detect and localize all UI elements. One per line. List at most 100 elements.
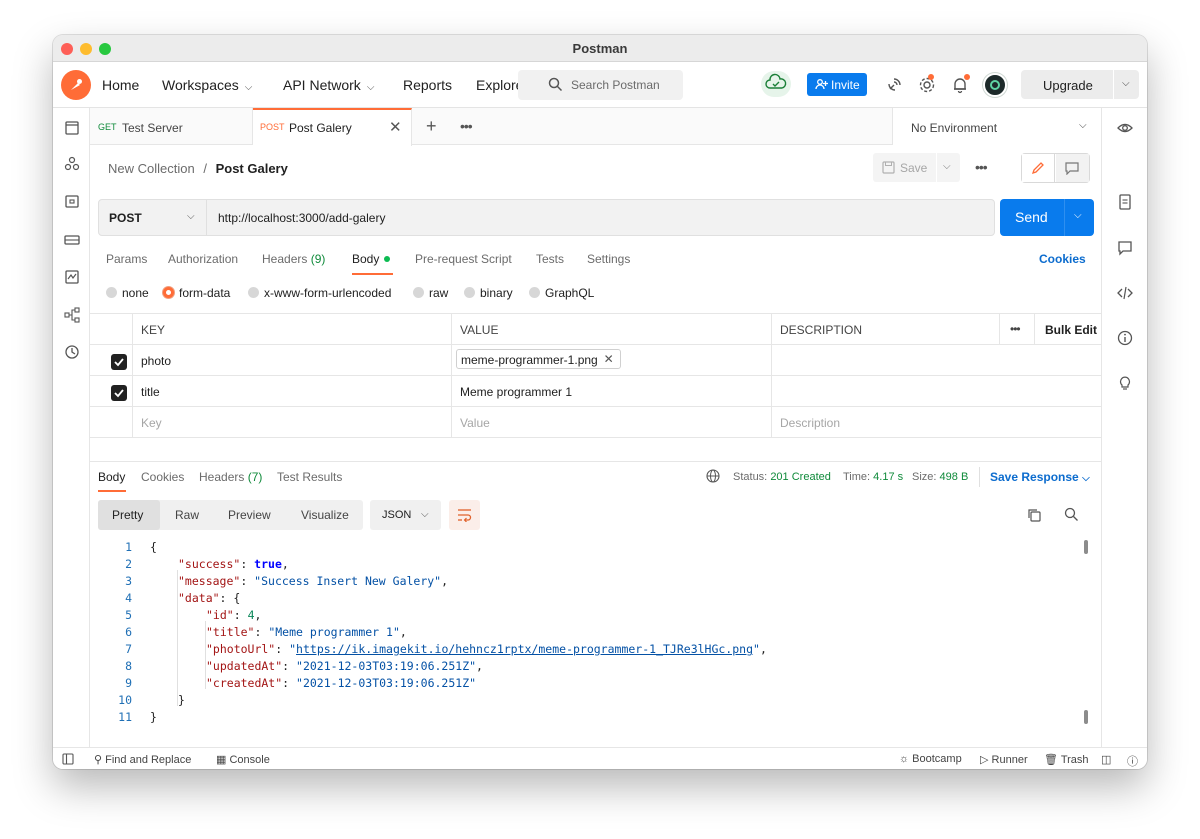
satellite-icon[interactable] <box>885 76 903 94</box>
row-description[interactable] <box>772 345 1101 376</box>
environment-selector[interactable]: No Environment ⌵ <box>892 108 1101 145</box>
save-button[interactable]: Save ⌵ <box>873 153 960 182</box>
radio-none[interactable]: none <box>106 286 149 300</box>
eye-icon[interactable] <box>1117 120 1133 136</box>
two-pane-view-icon[interactable]: ◫ <box>1101 753 1111 766</box>
photo-url-link[interactable]: https://ik.imagekit.io/hehncz1rptx/meme-… <box>296 642 753 656</box>
view-tab-visualize[interactable]: Visualize <box>284 500 363 530</box>
chevron-down-icon[interactable]: ⌵ <box>943 161 951 172</box>
row-checkbox[interactable] <box>111 385 127 401</box>
response-tab-test-results[interactable]: Test Results <box>277 470 342 484</box>
runner-button[interactable]: ▷ Runner <box>980 753 1028 766</box>
radio-form-data[interactable]: form-data <box>163 286 230 300</box>
environments-icon[interactable] <box>64 194 80 210</box>
monitors-icon[interactable] <box>64 269 80 285</box>
row-checkbox[interactable] <box>111 354 127 370</box>
send-button[interactable]: Send ⌵ <box>1000 199 1094 236</box>
collections-icon[interactable] <box>64 120 80 136</box>
new-tab-plus-icon[interactable]: + <box>426 116 437 137</box>
mock-servers-icon[interactable] <box>64 232 80 248</box>
tab-body[interactable]: Body <box>352 252 391 266</box>
console-button[interactable]: ▦ Console <box>216 753 270 766</box>
code-snippet-icon[interactable] <box>1117 285 1133 301</box>
sync-status-cloud-icon[interactable] <box>761 71 791 97</box>
globe-icon[interactable] <box>706 469 720 483</box>
row-value[interactable]: Meme programmer 1 <box>460 385 572 399</box>
view-tab-preview[interactable]: Preview <box>212 500 284 530</box>
tab-settings[interactable]: Settings <box>587 252 630 266</box>
file-chip[interactable]: meme-programmer-1.png ✕ <box>456 349 621 369</box>
breadcrumb-collection[interactable]: New Collection <box>108 161 195 176</box>
upgrade-button[interactable]: Upgrade ⌵ <box>1021 70 1139 99</box>
bulk-edit-button[interactable]: Bulk Edit <box>1045 323 1097 337</box>
toggle-sidebar-icon[interactable] <box>62 753 74 765</box>
tab-tests[interactable]: Tests <box>536 252 564 266</box>
line-number: 10 <box>118 693 132 707</box>
tab-params[interactable]: Params <box>106 252 147 266</box>
row-description[interactable] <box>772 376 1101 407</box>
chevron-down-icon[interactable]: ⌵ <box>1122 78 1130 89</box>
postman-logo-icon[interactable] <box>61 70 91 100</box>
request-more-options-icon[interactable]: ••• <box>975 159 988 175</box>
nav-workspaces[interactable]: Workspaces ⌵ <box>162 77 252 93</box>
method-select[interactable]: POST ⌵ <box>99 200 207 235</box>
user-avatar[interactable] <box>983 73 1007 97</box>
history-icon[interactable] <box>64 344 80 360</box>
lightbulb-icon[interactable] <box>1117 375 1133 391</box>
tab-authorization[interactable]: Authorization <box>168 252 238 266</box>
response-tab-body[interactable]: Body <box>98 470 125 484</box>
url-input[interactable]: http://localhost:3000/add-galery <box>218 211 385 225</box>
search-input[interactable]: Search Postman <box>518 70 683 100</box>
find-replace-label: Find and Replace <box>105 754 192 766</box>
description-placeholder[interactable]: Description <box>780 416 840 430</box>
pencil-icon <box>1031 162 1044 175</box>
tab-post-galery[interactable]: POST Post Galery ✕ <box>253 108 412 146</box>
radio-graphql[interactable]: GraphQL <box>529 286 594 300</box>
radio-raw[interactable]: raw <box>413 286 448 300</box>
close-tab-icon[interactable]: ✕ <box>389 118 402 136</box>
documentation-icon[interactable] <box>1117 194 1133 210</box>
search-icon[interactable] <box>1064 507 1079 522</box>
nav-reports[interactable]: Reports <box>403 77 452 93</box>
trash-button[interactable]: 🗑 Trash <box>1044 753 1089 766</box>
table-more-options-icon[interactable]: ••• <box>1010 322 1021 336</box>
response-tab-cookies[interactable]: Cookies <box>141 470 184 484</box>
key-placeholder[interactable]: Key <box>141 416 162 430</box>
save-response-button[interactable]: Save Response ⌵ <box>990 470 1090 484</box>
comment-mode-button[interactable] <box>1056 154 1089 182</box>
value-placeholder[interactable]: Value <box>460 416 490 430</box>
bootcamp-button[interactable]: ☼ Bootcamp <box>899 753 962 765</box>
nav-explore[interactable]: Explore <box>476 77 518 93</box>
scrollbar-thumb[interactable] <box>1084 540 1088 554</box>
row-key[interactable]: title <box>141 385 160 399</box>
nav-home[interactable]: Home <box>102 77 139 93</box>
scrollbar-thumb[interactable] <box>1084 710 1088 724</box>
copy-icon[interactable] <box>1027 508 1042 523</box>
help-icon[interactable]: ⓘ <box>1127 753 1138 769</box>
breadcrumb-request-name[interactable]: Post Galery <box>216 161 288 176</box>
comments-icon[interactable] <box>1117 240 1133 256</box>
view-tab-pretty[interactable]: Pretty <box>98 500 160 530</box>
info-icon[interactable] <box>1117 330 1133 346</box>
chevron-down-icon[interactable]: ⌵ <box>1074 210 1082 221</box>
remove-file-icon[interactable]: ✕ <box>604 352 614 366</box>
flows-icon[interactable] <box>64 307 80 323</box>
cookies-link[interactable]: Cookies <box>1039 252 1086 266</box>
response-tab-headers[interactable]: Headers (7) <box>199 470 262 484</box>
tab-more-options-icon[interactable]: ••• <box>460 118 473 134</box>
tab-headers[interactable]: Headers (9) <box>262 252 325 266</box>
view-tab-raw[interactable]: Raw <box>160 500 212 530</box>
row-key[interactable]: photo <box>141 354 171 368</box>
invite-button[interactable]: Invite <box>807 73 867 96</box>
response-code-view[interactable]: 1{ 2 "success": true, 3 "message": "Succes… <box>98 540 1083 730</box>
nav-api-network[interactable]: API Network ⌵ <box>283 77 374 93</box>
apis-icon[interactable] <box>64 156 80 172</box>
edit-mode-button[interactable] <box>1022 154 1055 182</box>
response-format-select[interactable]: JSON ⌵ <box>370 500 441 530</box>
wrap-lines-button[interactable] <box>449 500 480 530</box>
tab-pre-request-script[interactable]: Pre-request Script <box>415 252 512 266</box>
find-and-replace-button[interactable]: ⚲ Find and Replace <box>94 753 191 766</box>
tab-test-server[interactable]: GET Test Server <box>90 108 253 145</box>
radio-urlencoded[interactable]: x-www-form-urlencoded <box>248 286 391 300</box>
radio-binary[interactable]: binary <box>464 286 513 300</box>
